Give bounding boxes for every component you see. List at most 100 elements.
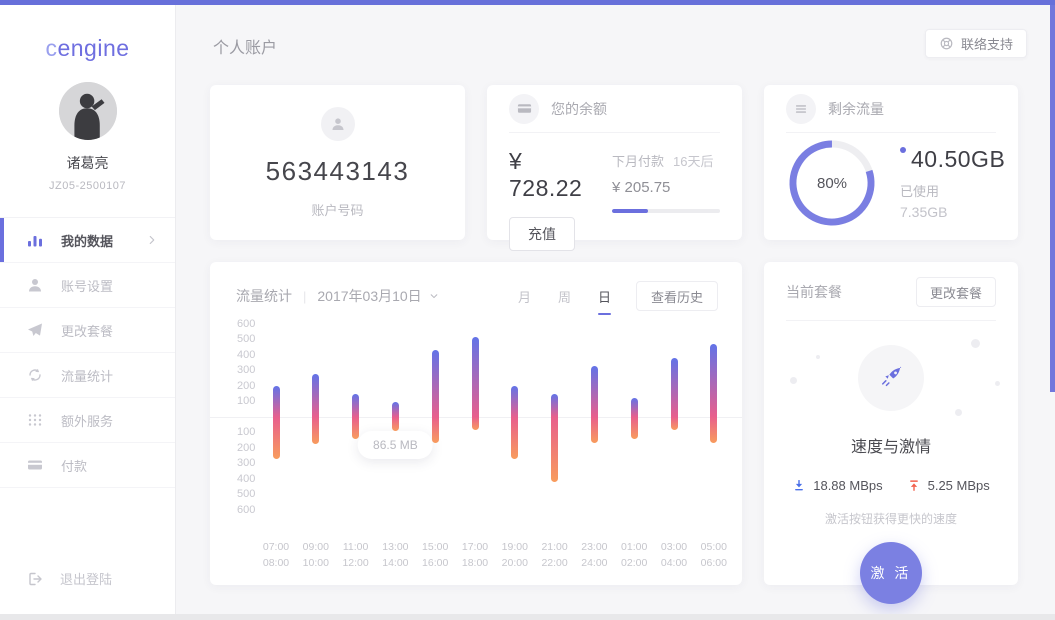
payment-progress-bar [612, 209, 720, 213]
window-accent-top [0, 0, 1055, 5]
bar-chart-icon [27, 232, 45, 248]
sidebar-item-label: 我的数据 [61, 231, 113, 250]
activate-hint: 激活按钮获得更快的速度 [764, 510, 1018, 527]
y-axis-tick: 300 [237, 457, 263, 469]
next-payment-label: 下月付款 [612, 151, 664, 170]
account-number-caption: 账户号码 [311, 200, 363, 219]
logout-button[interactable]: 退出登陆 [27, 569, 112, 588]
sidebar-item-traffic-stats[interactable]: 流量统计 [0, 353, 175, 398]
chart-bar[interactable] [472, 337, 479, 430]
download-speed: 18.88 MBps [792, 478, 882, 493]
activate-button[interactable]: 激 活 [860, 542, 922, 604]
chart-bar[interactable] [432, 350, 439, 443]
tab-day[interactable]: 日 [598, 287, 611, 306]
download-icon [792, 478, 806, 493]
plan-illustration [764, 321, 1018, 425]
donut-percent-label: 80% [786, 137, 878, 229]
download-speed-value: 18.88 MBps [813, 478, 882, 493]
recharge-button[interactable]: 充值 [509, 217, 575, 251]
date-selector[interactable]: 2017年03月10日 [317, 286, 438, 306]
user-icon [27, 277, 45, 293]
decor-dot [816, 355, 820, 359]
chart-header: 流量统计 | 2017年03月10日 月 周 日 查看历史 [210, 262, 742, 311]
list-lines-icon [786, 94, 816, 124]
app-logo-initial: c [45, 35, 57, 61]
sidebar-item-account-settings[interactable]: 账号设置 [0, 263, 175, 308]
remaining-data-block: 40.50GB 已使用 7.35GB [900, 146, 1005, 220]
person-photo-icon [59, 82, 117, 140]
change-plan-button[interactable]: 更改套餐 [916, 277, 996, 307]
rocket-badge [858, 345, 924, 411]
sidebar-item-payment[interactable]: 付款 [0, 443, 175, 488]
app-logo[interactable]: cengine [0, 35, 175, 62]
support-button[interactable]: 联络支持 [925, 29, 1027, 58]
decor-dot [955, 409, 962, 416]
page-title: 个人账户 [213, 34, 277, 58]
data-card-title: 剩余流量 [828, 99, 884, 119]
balance-amount: ¥ 728.22 [509, 148, 586, 202]
accent-dot [900, 147, 906, 153]
current-plan-card: 当前套餐 更改套餐 速度与激情 18.88 MBps 5.25 MBps 激活 [764, 262, 1018, 585]
sidebar-menu: 我的数据 账号设置 更改套餐 流量统计 额 [0, 217, 175, 488]
chart-bar[interactable] [352, 394, 359, 439]
y-axis-tick: 200 [237, 442, 263, 454]
tab-month[interactable]: 月 [518, 287, 531, 306]
user-id: JZ05-2500107 [0, 180, 175, 192]
chart-bar[interactable] [551, 394, 558, 482]
y-axis-tick: 100 [237, 426, 263, 438]
chart-bar[interactable] [591, 366, 598, 444]
balance-card: 您的余额 ¥ 728.22 充值 下月付款 16天后 ¥ 205.75 [487, 85, 742, 240]
app-logo-text: engine [57, 35, 129, 61]
account-avatar-icon [321, 107, 355, 141]
chart-bar[interactable] [671, 358, 678, 430]
decor-dot [995, 381, 1000, 386]
sidebar: cengine 诸葛亮 JZ05-2500107 我的数据 账号设置 [0, 5, 176, 614]
sidebar-item-extra-services[interactable]: 额外服务 [0, 398, 175, 443]
y-axis-tick: 200 [237, 380, 263, 392]
lifebuoy-icon [939, 36, 954, 51]
balance-card-header: 您的余额 [509, 85, 720, 133]
sidebar-item-change-plan[interactable]: 更改套餐 [0, 308, 175, 353]
logout-label: 退出登陆 [60, 569, 112, 588]
plan-card-header: 当前套餐 更改套餐 [786, 262, 996, 307]
tab-week[interactable]: 周 [558, 287, 571, 306]
remaining-data-value: 40.50GB [911, 146, 1005, 173]
period-tabs: 月 周 日 [518, 287, 611, 306]
decor-dot [790, 377, 797, 384]
data-card-header: 剩余流量 [786, 85, 996, 133]
chevron-down-icon [429, 291, 439, 301]
payment-progress-fill [612, 209, 648, 213]
window-accent-bottom [0, 614, 1055, 620]
sidebar-item-label: 账号设置 [61, 276, 113, 295]
x-axis-label: 05:0006:00 [691, 539, 737, 571]
next-payment-due: 16天后 [673, 151, 713, 170]
used-data-value: 7.35GB [900, 204, 1005, 220]
chart-bar[interactable] [511, 386, 518, 459]
sidebar-item-label: 额外服务 [61, 411, 113, 430]
sidebar-item-label: 更改套餐 [61, 321, 113, 340]
balance-left: ¥ 728.22 充值 [509, 148, 586, 251]
chart-bar[interactable] [631, 398, 638, 438]
y-axis-tick: 400 [237, 473, 263, 485]
next-payment-block: 下月付款 16天后 ¥ 205.75 [612, 148, 720, 251]
chart-bar[interactable] [273, 386, 280, 459]
view-history-button[interactable]: 查看历史 [636, 281, 718, 311]
account-card: 563443143 账户号码 [210, 85, 465, 240]
chevron-right-icon [145, 233, 159, 247]
chart-date: 2017年03月10日 [317, 286, 421, 306]
chart-bar[interactable] [392, 402, 399, 431]
plan-name: 速度与激情 [764, 433, 1018, 457]
chart-bar[interactable] [312, 374, 319, 444]
logout-icon [27, 571, 44, 587]
upload-icon [907, 478, 921, 493]
plan-speeds: 18.88 MBps 5.25 MBps [764, 478, 1018, 493]
credit-card-icon [27, 457, 45, 473]
sidebar-item-label: 流量统计 [61, 366, 113, 385]
user-name: 诸葛亮 [0, 153, 175, 173]
y-axis-tick: 600 [237, 504, 263, 516]
chart-bar[interactable] [710, 344, 717, 443]
sidebar-item-my-data[interactable]: 我的数据 [0, 218, 175, 263]
y-axis-tick: 100 [237, 395, 263, 407]
y-axis-tick: 600 [237, 318, 263, 330]
remaining-data-card: 剩余流量 80% 40.50GB 已使用 7.35GB [764, 85, 1018, 240]
